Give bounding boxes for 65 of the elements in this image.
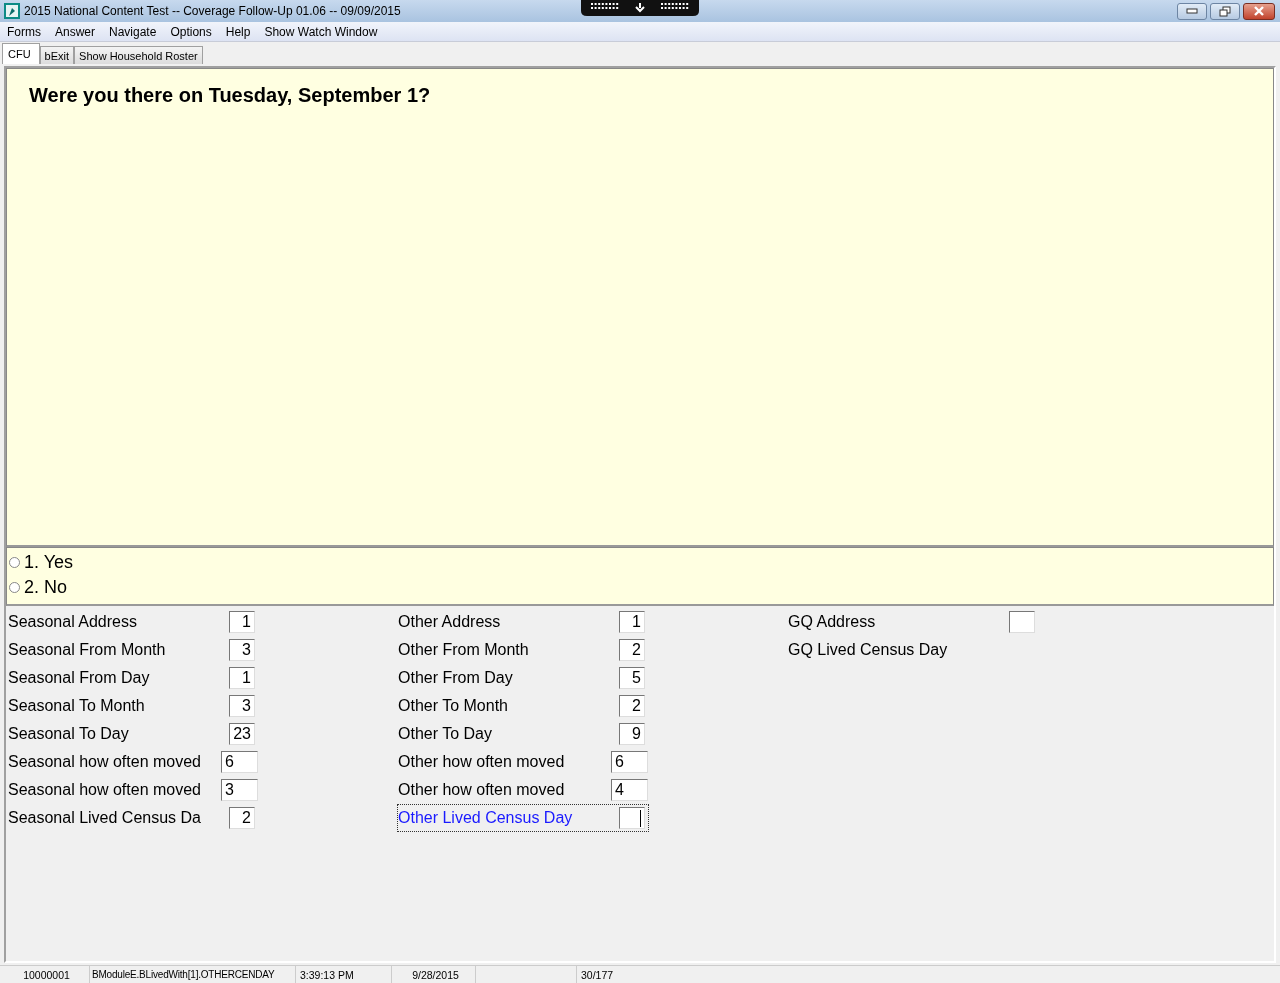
field-label: GQ Address (788, 613, 877, 631)
input-field[interactable]: 9 (619, 723, 645, 745)
field-label: Seasonal From Day (8, 669, 151, 687)
field-label: Other Address (398, 613, 502, 631)
menu-item[interactable]: Help (218, 24, 258, 39)
input-field[interactable]: 1 (229, 611, 255, 633)
input-field[interactable]: 6 (221, 751, 258, 773)
question-text: Were you there on Tuesday, September 1? (29, 84, 432, 107)
field-label: Other Lived Census Day (398, 809, 574, 827)
input-field[interactable]: 2 (619, 695, 645, 717)
menu-item[interactable]: Answer (48, 24, 102, 39)
focused-field-row[interactable]: Other Lived Census Day (398, 805, 648, 831)
status-cell: 3:39:13 PM (296, 966, 392, 983)
field-label: Seasonal Lived Census Da (8, 809, 202, 827)
text-caret (640, 809, 641, 827)
input-field[interactable] (619, 807, 645, 829)
input-field[interactable]: 4 (611, 779, 648, 801)
menu-item[interactable]: Navigate (102, 24, 164, 39)
status-cell: BModuleE.BLivedWith[1].OTHERCENDAY (90, 966, 296, 983)
field-label: GQ Lived Census Day (788, 641, 949, 659)
field-label: Seasonal From Month (8, 641, 167, 659)
status-cell: 30/177 (576, 966, 1280, 983)
minimize-icon (1186, 8, 1198, 14)
radio-button[interactable] (9, 582, 20, 593)
input-field[interactable]: 2 (619, 639, 645, 661)
input-field[interactable]: 3 (221, 779, 258, 801)
input-field[interactable]: 1 (229, 667, 255, 689)
field-label: Seasonal To Month (8, 697, 146, 715)
tab[interactable]: bExit (39, 46, 75, 64)
input-field[interactable]: 1 (619, 611, 645, 633)
close-button[interactable] (1243, 2, 1275, 20)
field-label: Other To Month (398, 697, 509, 715)
menu-item[interactable]: Show Watch Window (257, 24, 385, 39)
arrow-app-icon (4, 3, 20, 19)
menu-item[interactable]: Forms (0, 24, 48, 39)
restore-button[interactable] (1210, 2, 1240, 20)
input-field[interactable]: 3 (229, 639, 255, 661)
status-cell: 10000001 (0, 966, 90, 983)
answer-label[interactable]: 2. No (24, 577, 68, 598)
close-icon (1253, 6, 1265, 16)
menu-item[interactable]: Options (163, 24, 219, 39)
input-field[interactable]: 5 (619, 667, 645, 689)
answer-label[interactable]: 1. Yes (24, 552, 74, 573)
input-field[interactable] (1009, 611, 1035, 633)
tab[interactable]: CFU (2, 43, 40, 64)
status-cell: 9/28/2015 (392, 966, 476, 983)
toolbar-handle-icon (581, 0, 699, 16)
restore-icon (1219, 5, 1231, 17)
field-label: Seasonal To Day (8, 725, 130, 743)
field-label: Other how often moved (398, 781, 566, 799)
field-label: Other From Day (398, 669, 514, 687)
minimize-button[interactable] (1177, 2, 1207, 20)
field-label: Seasonal how often moved (8, 781, 202, 799)
window-title: 2015 National Content Test -- Coverage Follow-Up 01.06 -- 09/09/2015 (24, 4, 401, 18)
field-label: Other From Month (398, 641, 530, 659)
input-field[interactable]: 3 (229, 695, 255, 717)
input-field[interactable]: 23 (229, 723, 255, 745)
field-label: Seasonal how often moved (8, 753, 202, 771)
field-label: Seasonal Address (8, 613, 138, 631)
input-field[interactable]: 2 (229, 807, 255, 829)
radio-button[interactable] (9, 557, 20, 568)
tab[interactable]: Show Household Roster (74, 46, 203, 64)
field-label: Other how often moved (398, 753, 566, 771)
input-field[interactable]: 6 (611, 751, 648, 773)
field-label: Other To Day (398, 725, 493, 743)
